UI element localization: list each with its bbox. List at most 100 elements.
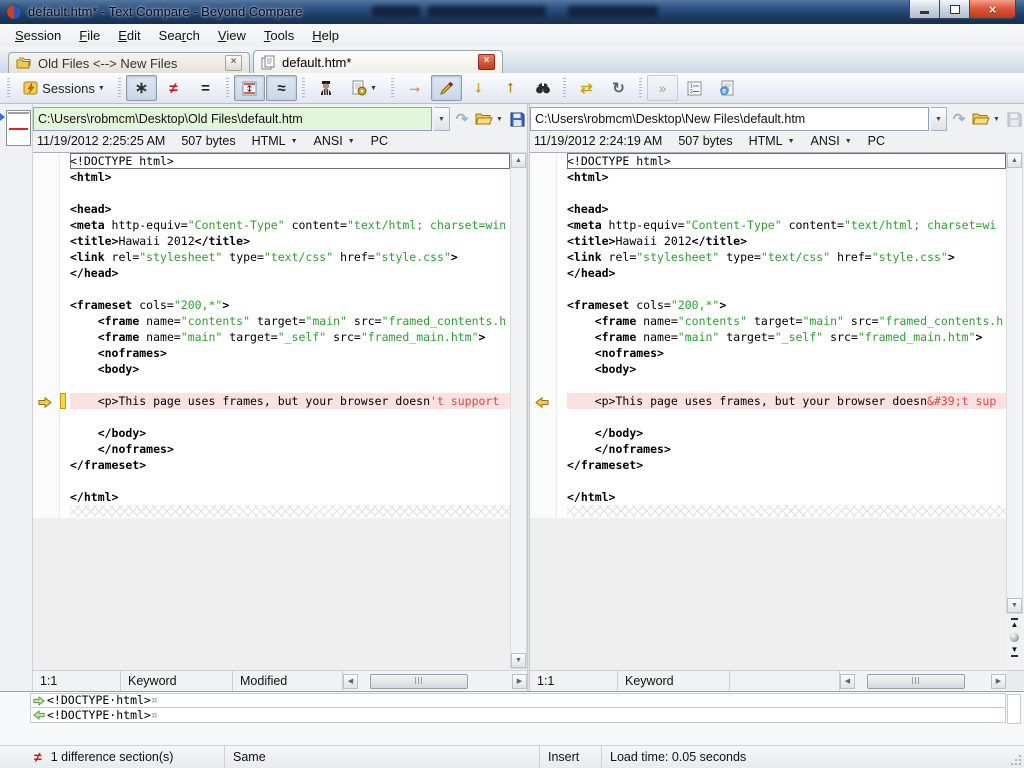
menu-view[interactable]: View bbox=[209, 25, 255, 46]
swap-sides-button[interactable]: ⇄ bbox=[571, 75, 602, 101]
tab-default-htm[interactable]: default.htm* × bbox=[253, 50, 503, 73]
right-code-line[interactable]: <meta http-equiv="Content-Type" content=… bbox=[567, 217, 1006, 233]
left-code-line[interactable]: </body> bbox=[70, 425, 510, 441]
copy-to-right-button[interactable]: → bbox=[399, 75, 430, 101]
right-code-line[interactable]: </head> bbox=[567, 265, 1006, 281]
scroll-left-icon[interactable]: ◀ bbox=[840, 674, 855, 689]
menu-help[interactable]: Help bbox=[303, 25, 348, 46]
right-code-line[interactable]: <!DOCTYPE html> bbox=[567, 153, 1006, 169]
right-code-line[interactable]: <html> bbox=[567, 169, 1006, 185]
left-editor[interactable]: <!DOCTYPE html><html><head><meta http-eq… bbox=[33, 152, 510, 670]
right-format-select[interactable]: HTML ▼ bbox=[749, 134, 795, 148]
left-code-line[interactable]: <frame name="main" target="_self" src="f… bbox=[70, 329, 510, 345]
left-code-line[interactable]: </html> bbox=[70, 489, 510, 505]
right-code-line[interactable]: <head> bbox=[567, 201, 1006, 217]
ignore-unimportant-button[interactable]: ≈ bbox=[266, 75, 297, 101]
scroll-up-icon[interactable]: ▲ bbox=[1007, 153, 1022, 168]
left-code-line[interactable] bbox=[70, 473, 510, 489]
left-format-select[interactable]: HTML ▼ bbox=[252, 134, 298, 148]
right-code-line[interactable]: </frameset> bbox=[567, 457, 1006, 473]
detail-row[interactable]: <!DOCTYPE·html>¤ bbox=[30, 693, 1006, 708]
right-code-line[interactable] bbox=[567, 377, 1006, 393]
tab-close-icon[interactable]: × bbox=[225, 55, 242, 71]
show-same-button[interactable]: = bbox=[190, 75, 221, 101]
left-code-line[interactable] bbox=[70, 409, 510, 425]
left-code-line[interactable]: <frameset cols="200,*"> bbox=[70, 297, 510, 313]
view-in-browser-button[interactable]: e bbox=[711, 75, 742, 101]
left-code-line[interactable] bbox=[70, 377, 510, 393]
menu-tools[interactable]: Tools bbox=[255, 25, 303, 46]
right-vertical-scrollbar[interactable]: ▲ ▼ bbox=[1006, 152, 1023, 614]
close-button[interactable]: × bbox=[969, 0, 1016, 19]
last-difference-button[interactable]: ▼ bbox=[1011, 646, 1019, 657]
left-code-line[interactable]: <head> bbox=[70, 201, 510, 217]
left-code-line[interactable]: </noframes> bbox=[70, 441, 510, 457]
left-code-line[interactable]: </head> bbox=[70, 265, 510, 281]
right-browse-dropdown[interactable]: ▼ bbox=[993, 116, 1002, 123]
right-code-line[interactable]: <p>This page uses frames, but your brows… bbox=[567, 393, 1006, 409]
line-details-button[interactable]: 1 2 bbox=[679, 75, 710, 101]
find-button[interactable] bbox=[527, 75, 558, 101]
previous-difference-button[interactable]: ↑ bbox=[495, 75, 526, 101]
scrollbar-thumb[interactable] bbox=[867, 674, 965, 689]
right-code-line[interactable] bbox=[567, 409, 1006, 425]
scrollbar-thumb[interactable] bbox=[370, 674, 468, 689]
detail-row[interactable]: <!DOCTYPE·html>¤ bbox=[30, 708, 1006, 723]
right-session-rotate-icon[interactable]: ↷ bbox=[949, 108, 969, 130]
right-encoding-select[interactable]: ANSI ▼ bbox=[811, 134, 852, 148]
menu-session[interactable]: Session bbox=[6, 25, 70, 46]
left-horizontal-scrollbar[interactable]: ◀ ▶ bbox=[343, 671, 527, 691]
scroll-down-icon[interactable]: ▼ bbox=[1007, 598, 1022, 613]
left-encoding-select[interactable]: ANSI ▼ bbox=[314, 134, 355, 148]
right-path-dropdown[interactable]: ▼ bbox=[931, 107, 947, 131]
scroll-right-icon[interactable]: ▶ bbox=[991, 674, 1006, 689]
show-all-button[interactable]: ∗ bbox=[126, 75, 157, 101]
tab-session-old-new-files[interactable]: Old Files <--> New Files × bbox=[8, 52, 250, 73]
menu-search[interactable]: Search bbox=[150, 25, 209, 46]
left-code-line[interactable]: <meta http-equiv="Content-Type" content=… bbox=[70, 217, 510, 233]
left-code-line[interactable]: <link rel="stylesheet" type="text/css" h… bbox=[70, 249, 510, 265]
next-difference-button[interactable]: ↓ bbox=[463, 75, 494, 101]
more-commands-button[interactable]: » bbox=[647, 75, 678, 101]
left-browse-button[interactable] bbox=[474, 108, 494, 130]
right-code-line[interactable]: <title>Hawaii 2012</title> bbox=[567, 233, 1006, 249]
right-code-line[interactable]: <link rel="stylesheet" type="text/css" h… bbox=[567, 249, 1006, 265]
current-position-icon[interactable] bbox=[1010, 633, 1019, 642]
right-horizontal-scrollbar[interactable]: ◀ ▶ bbox=[840, 671, 1006, 691]
left-path-dropdown[interactable]: ▼ bbox=[434, 107, 450, 131]
right-code-line[interactable]: <frame name="contents" target="main" src… bbox=[567, 313, 1006, 329]
first-difference-button[interactable]: ▲ bbox=[1011, 618, 1019, 629]
scroll-right-icon[interactable]: ▶ bbox=[512, 674, 527, 689]
right-code-line[interactable]: <noframes> bbox=[567, 345, 1006, 361]
tab-close-icon[interactable]: × bbox=[478, 54, 495, 70]
left-code-line[interactable]: <p>This page uses frames, but your brows… bbox=[70, 393, 510, 409]
right-code-line[interactable]: <frame name="main" target="_self" src="f… bbox=[567, 329, 1006, 345]
right-code-line[interactable]: </html> bbox=[567, 489, 1006, 505]
right-editor[interactable]: <!DOCTYPE html><html> <head><meta http-eq… bbox=[530, 152, 1006, 670]
left-browse-dropdown[interactable]: ▼ bbox=[496, 116, 505, 123]
menu-file[interactable]: File bbox=[70, 25, 109, 46]
right-path-input[interactable] bbox=[530, 107, 929, 131]
right-code-line[interactable] bbox=[567, 281, 1006, 297]
sessions-button[interactable]: Sessions ▼ bbox=[15, 75, 113, 101]
scroll-left-icon[interactable]: ◀ bbox=[343, 674, 358, 689]
show-context-button[interactable] bbox=[234, 75, 265, 101]
reload-button[interactable]: ↻ bbox=[603, 75, 634, 101]
left-path-input[interactable] bbox=[33, 107, 432, 131]
left-code-line[interactable]: <body> bbox=[70, 361, 510, 377]
left-code-line[interactable]: <frame name="contents" target="main" src… bbox=[70, 313, 510, 329]
left-code-line[interactable]: </frameset> bbox=[70, 457, 510, 473]
right-save-button[interactable] bbox=[1004, 108, 1024, 130]
right-browse-button[interactable] bbox=[971, 108, 991, 130]
restore-button[interactable] bbox=[940, 0, 969, 19]
show-differences-button[interactable]: ≠ bbox=[158, 75, 189, 101]
menu-edit[interactable]: Edit bbox=[109, 25, 149, 46]
left-code-line[interactable] bbox=[70, 281, 510, 297]
right-code-line[interactable]: </body> bbox=[567, 425, 1006, 441]
left-code-line[interactable]: <!DOCTYPE html> bbox=[70, 153, 510, 169]
right-code-line[interactable] bbox=[567, 185, 1006, 201]
right-code-line[interactable]: <frameset cols="200,*"> bbox=[567, 297, 1006, 313]
left-code-line[interactable]: <noframes> bbox=[70, 345, 510, 361]
left-code-line[interactable] bbox=[70, 185, 510, 201]
rules-button[interactable] bbox=[310, 75, 341, 101]
